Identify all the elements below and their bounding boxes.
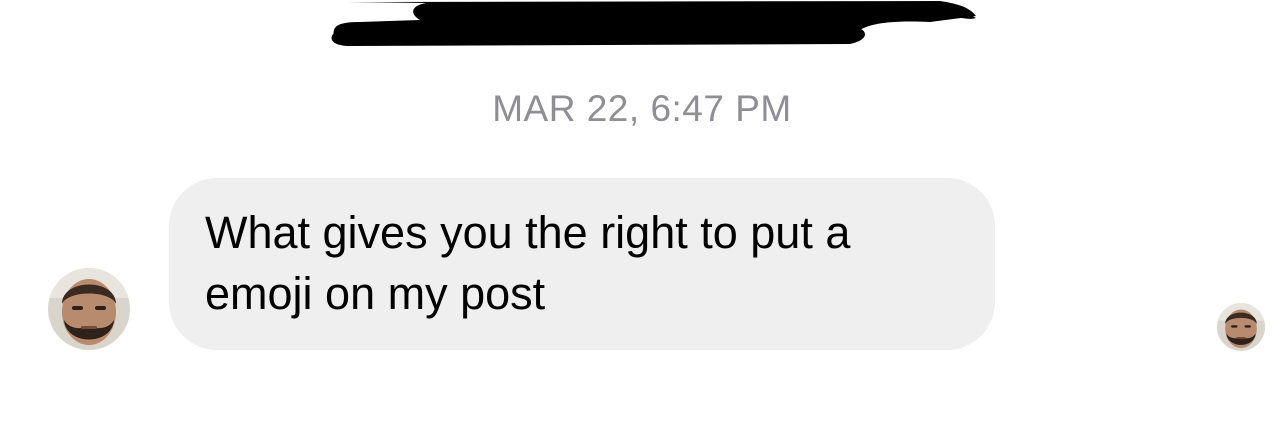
message-bubble[interactable]: What gives you the right to put a emoji … — [169, 178, 995, 350]
message-text: What gives you the right to put a emoji … — [205, 207, 851, 319]
avatar-photo-icon — [48, 268, 130, 350]
seen-by-avatar — [1217, 303, 1265, 351]
sender-avatar[interactable] — [48, 268, 130, 350]
message-row: What gives you the right to put a emoji … — [0, 0, 1284, 427]
avatar-photo-icon — [1217, 303, 1265, 351]
